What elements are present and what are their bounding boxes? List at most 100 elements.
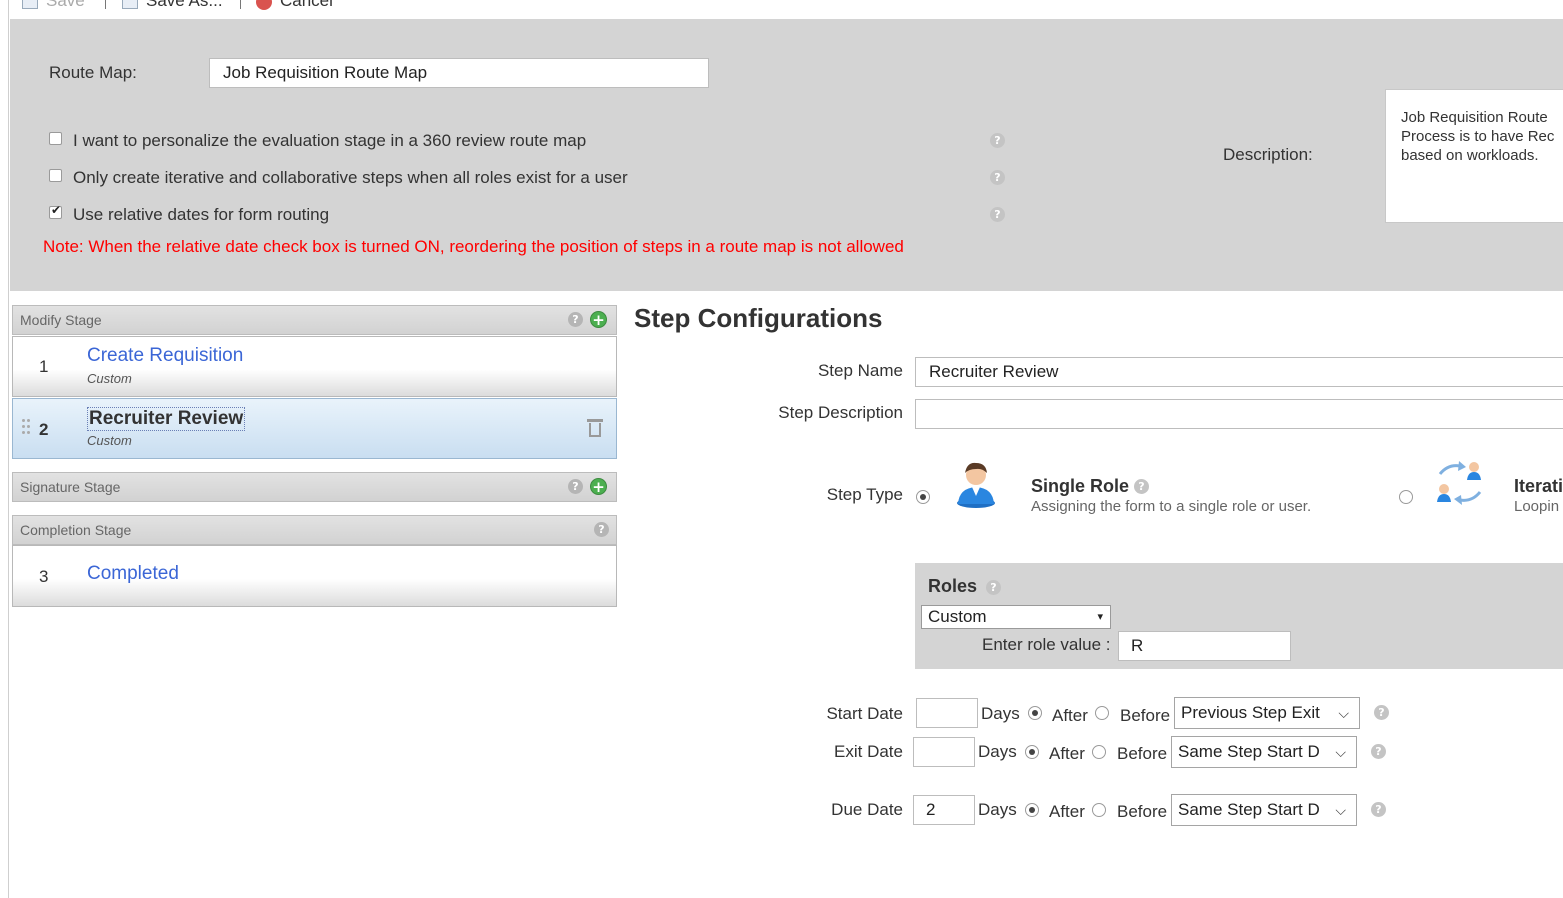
help-icon[interactable]: ?	[1371, 744, 1386, 759]
iterative-description: Loopin	[1514, 498, 1560, 515]
save-as-button[interactable]: Save As...	[122, 0, 223, 11]
step-configurations-title: Step Configurations	[634, 303, 883, 333]
start-date-reference-value: Previous Step Exit	[1181, 703, 1320, 722]
step-description-input[interactable]	[915, 399, 1563, 429]
toolbar-separator	[105, 0, 106, 9]
due-after-radio[interactable]	[1025, 803, 1039, 817]
step-number: 1	[39, 357, 49, 376]
iterative-title: Iterati	[1514, 476, 1563, 496]
step-description-label: Step Description	[778, 403, 903, 422]
modify-stage-title: Modify Stage	[20, 312, 102, 328]
after-label: After	[1049, 802, 1085, 821]
option-label-roles-exist: Only create iterative and collaborative …	[73, 168, 628, 187]
option-checkbox-personalize-360[interactable]	[49, 132, 62, 145]
chevron-down-icon: ⌵	[1335, 802, 1346, 818]
iterative-radio[interactable]	[1399, 490, 1413, 504]
chevron-down-icon: ⌵	[1338, 705, 1349, 721]
toolbar-separator	[240, 0, 241, 9]
trash-icon[interactable]	[587, 419, 603, 437]
iterative-people-icon	[1437, 461, 1482, 505]
help-icon[interactable]: ?	[990, 170, 1005, 185]
save-icon	[22, 0, 38, 9]
option-label-personalize-360: I want to personalize the evaluation sta…	[73, 131, 587, 150]
due-date-days-input[interactable]: 2	[913, 795, 975, 825]
due-date-reference-value: Same Step Start D	[1178, 800, 1320, 819]
exit-date-reference-value: Same Step Start D	[1178, 742, 1320, 761]
step-number: 3	[39, 567, 49, 586]
start-date-reference-select[interactable]: Previous Step Exit ⌵	[1174, 697, 1360, 729]
days-label: Days	[978, 800, 1017, 819]
step-item-completed[interactable]: 3 Completed	[12, 545, 617, 607]
exit-date-reference-select[interactable]: Same Step Start D ⌵	[1171, 736, 1357, 768]
start-date-label: Start Date	[826, 704, 903, 723]
due-date-label: Due Date	[831, 800, 903, 819]
help-icon[interactable]: ?	[568, 479, 583, 494]
roles-title: Roles	[928, 576, 978, 596]
option-label-relative-dates: Use relative dates for form routing	[73, 205, 330, 224]
add-step-icon[interactable]: +	[590, 478, 607, 495]
description-label: Description:	[1223, 145, 1313, 164]
help-icon[interactable]: ?	[594, 522, 609, 537]
help-icon[interactable]: ?	[990, 133, 1005, 148]
step-subtitle: Custom	[87, 371, 132, 386]
save-label: Save	[46, 0, 85, 10]
signature-stage-title: Signature Stage	[20, 479, 121, 495]
start-date-days-input[interactable]	[916, 698, 978, 728]
exit-date-label: Exit Date	[834, 742, 903, 761]
days-label: Days	[978, 742, 1017, 761]
single-role-description: Assigning the form to a single role or u…	[1031, 498, 1312, 515]
help-icon[interactable]: ?	[990, 207, 1005, 222]
relative-date-note: Note: When the relative date check box i…	[43, 237, 904, 256]
step-subtitle: Custom	[87, 433, 132, 448]
step-name-label: Step Name	[817, 361, 903, 380]
single-role-radio[interactable]	[916, 490, 930, 504]
help-icon[interactable]: ?	[1371, 802, 1386, 817]
step-number: 2	[39, 420, 49, 439]
drag-handle-icon[interactable]	[22, 419, 32, 437]
cancel-button[interactable]: Cancel	[256, 0, 333, 11]
step-name-input[interactable]: Recruiter Review	[915, 357, 1563, 387]
description-textarea[interactable]: Job Requisition Route Process is to have…	[1385, 89, 1563, 223]
single-role-title: Single Role	[1031, 476, 1130, 496]
chevron-down-icon: ⌵	[1335, 744, 1346, 760]
help-icon[interactable]: ?	[1374, 705, 1389, 720]
add-step-icon[interactable]: +	[590, 311, 607, 328]
before-label: Before	[1117, 802, 1168, 821]
help-icon[interactable]: ?	[1134, 479, 1149, 494]
save-as-label: Save As...	[146, 0, 223, 10]
step-name-link[interactable]: Completed	[87, 563, 179, 585]
before-label: Before	[1117, 744, 1168, 763]
completion-stage-header: Completion Stage	[12, 515, 617, 545]
description-line: based on workloads.	[1401, 147, 1539, 164]
exit-date-days-input[interactable]	[913, 737, 975, 767]
help-icon[interactable]: ?	[568, 312, 583, 327]
cancel-label: Cancel	[280, 0, 333, 10]
exit-after-radio[interactable]	[1025, 745, 1039, 759]
start-before-radio[interactable]	[1095, 706, 1109, 720]
option-checkbox-roles-exist[interactable]	[49, 169, 62, 182]
step-name-link[interactable]: Create Requisition	[87, 345, 243, 367]
start-after-radio[interactable]	[1028, 706, 1042, 720]
left-border	[8, 0, 9, 898]
single-role-person-icon	[957, 462, 995, 508]
step-item-create-requisition[interactable]: 1 Create Requisition Custom	[12, 336, 617, 397]
due-date-reference-select[interactable]: Same Step Start D ⌵	[1171, 794, 1357, 826]
role-value-input[interactable]: R	[1118, 631, 1291, 661]
route-map-name-input[interactable]: Job Requisition Route Map	[209, 58, 709, 88]
step-type-label: Step Type	[826, 485, 903, 504]
step-name-link[interactable]: Recruiter Review	[87, 407, 246, 431]
role-value-label: Enter role value :	[982, 635, 1111, 654]
after-label: After	[1049, 744, 1085, 763]
roles-select-value: Custom	[928, 607, 987, 626]
dropdown-arrow-icon: ▾	[1097, 611, 1103, 623]
option-checkbox-relative-dates[interactable]	[49, 203, 62, 219]
exit-before-radio[interactable]	[1092, 745, 1106, 759]
after-label: After	[1052, 706, 1088, 725]
save-button[interactable]: Save	[22, 0, 85, 11]
help-icon[interactable]: ?	[986, 580, 1001, 595]
cancel-icon	[256, 0, 272, 10]
roles-select[interactable]: Custom ▾	[921, 605, 1111, 629]
step-item-recruiter-review[interactable]: 2 Recruiter Review Custom	[12, 398, 617, 459]
due-before-radio[interactable]	[1092, 803, 1106, 817]
description-line: Job Requisition Route	[1401, 109, 1548, 126]
